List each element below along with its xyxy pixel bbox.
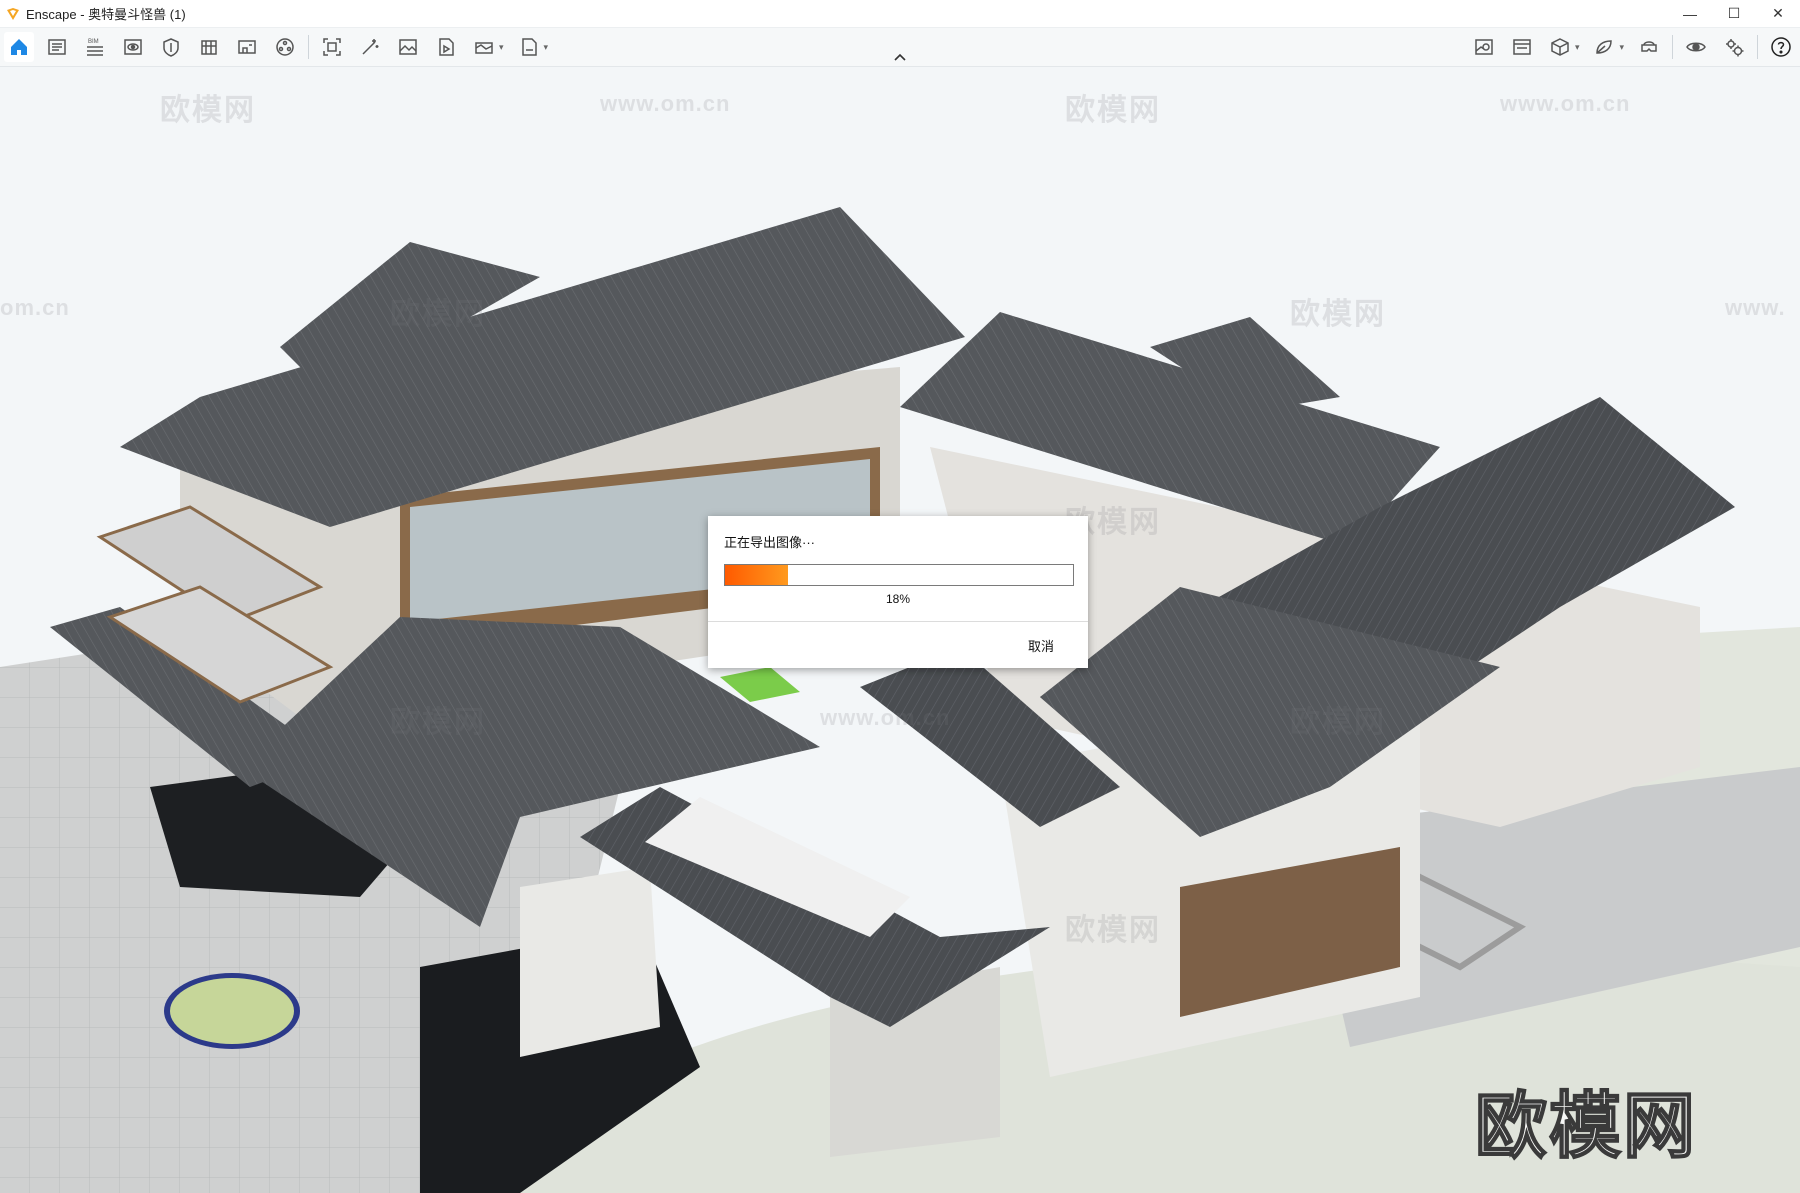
visibility-icon [1686, 42, 1706, 52]
feedback-icon [1596, 40, 1613, 54]
watermark-url: www. [1725, 295, 1786, 320]
toolbar-separator [1672, 35, 1673, 59]
watermark-url: om.cn [0, 295, 70, 320]
atmosphere-icon [163, 38, 179, 57]
home-icon [11, 39, 27, 55]
3d-cube-button[interactable] [1545, 32, 1575, 62]
material-editor-icon [201, 40, 217, 55]
dialog-divider [708, 621, 1088, 622]
material-editor-button[interactable] [194, 32, 224, 62]
panorama-icon [475, 42, 493, 54]
enscape-logo-icon [7, 7, 19, 20]
visual-settings-button[interactable] [118, 32, 148, 62]
screenshot-button[interactable] [317, 32, 347, 62]
image-capture-button[interactable] [1507, 32, 1537, 62]
3d-cube-dropdown-icon[interactable]: ▾ [1575, 42, 1580, 53]
toolbar-separator [308, 35, 309, 59]
watermark-brand: 欧模网 [160, 94, 256, 127]
watermark-brand: 欧模网 [1065, 94, 1161, 127]
maximize-button[interactable]: ☐ [1712, 0, 1756, 27]
export-dropdown-icon[interactable]: ▾ [544, 42, 549, 53]
capture-list-icon [48, 39, 66, 55]
dialog-title: 正在导出图像··· [724, 535, 815, 550]
watermark-brand: 欧模网 [1290, 706, 1386, 739]
watermark-brand: 欧模网 [390, 706, 486, 739]
svg-text:BIM: BIM [88, 39, 99, 45]
progress-fill [725, 565, 788, 585]
asset-library-button[interactable] [232, 32, 262, 62]
vr-headset-button[interactable] [1634, 32, 1664, 62]
view-management-icon [1475, 39, 1493, 55]
settings-button[interactable] [1719, 32, 1749, 62]
watermark-brand: 欧模网 [390, 298, 486, 331]
progress-percent-label: 18% [885, 592, 911, 606]
watermark-url: www.om.cn [1500, 91, 1631, 116]
title-bar: Enscape - 奥特曼斗怪兽 (1) — ☐ ✕ [0, 0, 1800, 28]
help-button[interactable] [1766, 32, 1796, 62]
view-management-button[interactable] [1469, 32, 1499, 62]
batch-render-button[interactable] [355, 32, 385, 62]
toolbar-separator [1757, 35, 1758, 59]
video-editor-icon [439, 38, 454, 56]
visibility-button[interactable] [1681, 32, 1711, 62]
cancel-button[interactable]: 取消 [1024, 634, 1058, 657]
bim-button[interactable]: BIM [80, 32, 110, 62]
watermark-brand: 欧模网 [1065, 914, 1161, 947]
watermark-url: www.om.cn [820, 705, 951, 730]
gallery-icon [399, 39, 417, 55]
capture-list-button[interactable] [42, 32, 72, 62]
3d-cube-icon [1551, 38, 1569, 56]
site-context-button[interactable] [270, 32, 300, 62]
panorama-button[interactable] [469, 32, 499, 62]
export-icon [521, 38, 537, 56]
video-editor-button[interactable] [431, 32, 461, 62]
home-button[interactable] [4, 32, 34, 62]
gallery-button[interactable] [393, 32, 423, 62]
bim-icon: BIM [87, 39, 103, 56]
batch-render-icon [362, 39, 379, 55]
panorama-dropdown-icon[interactable]: ▾ [499, 42, 504, 53]
feedback-dropdown-icon[interactable]: ▾ [1619, 42, 1624, 53]
feedback-button[interactable] [1589, 32, 1619, 62]
watermark-brand: 欧模网 [1290, 298, 1386, 331]
window-title: Enscape - 奥特曼斗怪兽 (1) [26, 7, 186, 22]
close-button[interactable]: ✕ [1756, 0, 1800, 27]
export-progress-dialog: 正在导出图像··· 18% 取消 [708, 516, 1088, 668]
screenshot-icon [323, 38, 341, 56]
export-progress-bar [724, 564, 1074, 586]
asset-library-icon [238, 40, 256, 54]
collapse-toolbar-button[interactable] [891, 50, 909, 64]
export-button[interactable] [514, 32, 544, 62]
atmosphere-button[interactable] [156, 32, 186, 62]
minimize-button[interactable]: — [1668, 0, 1712, 27]
watermark-url: www.om.cn [600, 91, 731, 116]
watermark-logo-large: 欧模网 [1474, 1086, 1698, 1168]
visual-settings-icon [124, 39, 142, 55]
settings-icon [1726, 39, 1744, 57]
help-icon [1771, 37, 1791, 57]
vr-headset-icon [1641, 41, 1657, 52]
image-capture-icon [1513, 39, 1531, 55]
site-context-icon [276, 38, 294, 56]
chevron-up-icon [894, 53, 906, 61]
